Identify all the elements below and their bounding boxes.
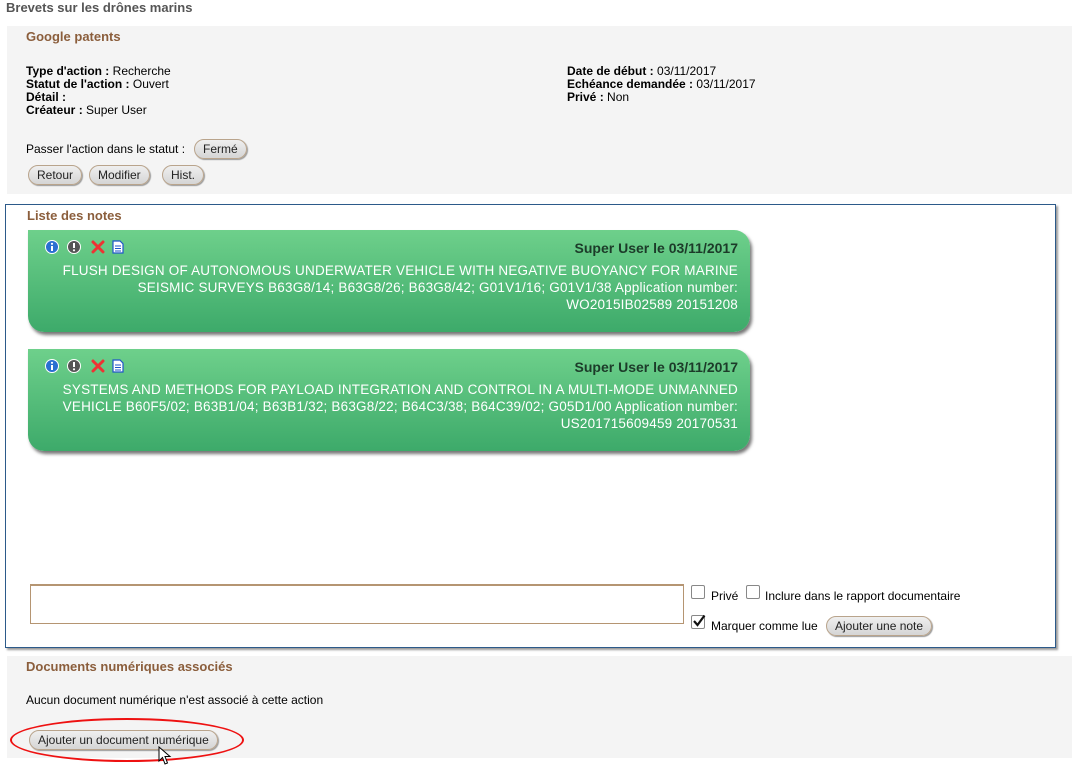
action-status-field: Statut de l'action : Ouvert xyxy=(26,77,169,91)
private-checkbox[interactable] xyxy=(691,585,705,599)
info-icon[interactable] xyxy=(45,359,59,373)
private-checkbox-label: Privé xyxy=(711,589,739,603)
documents-section-title: Documents numériques associés xyxy=(26,659,233,674)
back-button[interactable]: Retour xyxy=(28,165,83,185)
history-button[interactable]: Hist. xyxy=(162,165,204,185)
change-status-label: Passer l'action dans le statut : xyxy=(26,142,186,156)
delete-icon[interactable] xyxy=(91,359,105,373)
include-report-checkbox[interactable] xyxy=(746,585,760,599)
action-type-label: Type d'action : xyxy=(26,64,110,78)
action-detail-label: Détail : xyxy=(26,90,67,104)
note-author: Super User le 03/11/2017 xyxy=(574,359,738,375)
action-section-title: Google patents xyxy=(26,29,121,44)
action-private-field: Privé : Non xyxy=(567,90,629,104)
action-due-value: 03/11/2017 xyxy=(696,77,756,91)
notes-panel: Liste des notes Super User le 03/11/2017… xyxy=(5,204,1056,648)
action-start-field: Date de début : 03/11/2017 xyxy=(567,64,716,78)
alert-icon[interactable] xyxy=(67,359,81,373)
note-author: Super User le 03/11/2017 xyxy=(574,240,738,256)
action-creator-value: Super User xyxy=(86,103,147,117)
highlight-ellipse xyxy=(10,718,244,762)
mouse-cursor-icon xyxy=(158,746,172,765)
document-icon[interactable] xyxy=(111,240,125,254)
notes-section-title: Liste des notes xyxy=(27,208,122,223)
add-note-button[interactable]: Ajouter une note xyxy=(826,616,933,636)
action-start-value: 03/11/2017 xyxy=(657,64,717,78)
action-creator-field: Créateur : Super User xyxy=(26,103,147,117)
note-text: FLUSH DESIGN OF AUTONOMOUS UNDERWATER VE… xyxy=(62,263,738,312)
page-title: Brevets sur les drônes marins xyxy=(6,0,193,15)
alert-icon[interactable] xyxy=(67,240,81,254)
checkmark-icon xyxy=(693,614,706,627)
mark-read-checkbox[interactable] xyxy=(691,614,706,629)
document-icon[interactable] xyxy=(111,359,125,373)
action-private-label: Privé : xyxy=(567,90,604,104)
action-due-label: Echéance demandée : xyxy=(567,77,694,91)
note-card: Super User le 03/11/2017 FLUSH DESIGN OF… xyxy=(28,230,750,332)
action-status-value: Ouvert xyxy=(132,77,169,91)
edit-button[interactable]: Modifier xyxy=(89,165,150,185)
action-due-field: Echéance demandée : 03/11/2017 xyxy=(567,77,756,91)
mark-read-label: Marquer comme lue xyxy=(711,619,818,633)
action-detail-field: Détail : xyxy=(26,90,66,104)
delete-icon[interactable] xyxy=(91,240,105,254)
note-card: Super User le 03/11/2017 SYSTEMS AND MET… xyxy=(28,349,750,451)
action-private-value: Non xyxy=(607,90,630,104)
include-report-label: Inclure dans le rapport documentaire xyxy=(765,589,961,603)
action-status-label: Statut de l'action : xyxy=(26,77,130,91)
note-textarea[interactable] xyxy=(30,584,684,624)
action-type-value: Recherche xyxy=(112,64,171,78)
status-closed-button[interactable]: Fermé xyxy=(194,139,247,159)
action-type-field: Type d'action : Recherche xyxy=(26,64,171,78)
note-text: SYSTEMS AND METHODS FOR PAYLOAD INTEGRAT… xyxy=(62,382,738,431)
action-start-label: Date de début : xyxy=(567,64,654,78)
documents-empty-text: Aucun document numérique n'est associé à… xyxy=(26,693,324,707)
info-icon[interactable] xyxy=(45,240,59,254)
action-creator-label: Créateur : xyxy=(26,103,83,117)
action-panel: Google patents Type d'action : Recherche… xyxy=(7,26,1072,194)
